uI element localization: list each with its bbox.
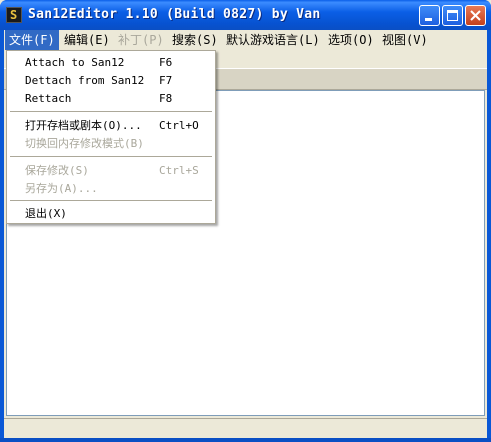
menu-item-save[interactable]: 保存修改(S) Ctrl+S <box>7 162 215 180</box>
menu-item-label: 切换回内存修改模式(B) <box>25 137 144 150</box>
menu-item-shortcut: F8 <box>159 92 173 105</box>
window-frame-bottom <box>0 438 491 442</box>
menu-bar: 文件(F) 编辑(E) 补丁(P) 搜索(S) 默认游戏语言(L) 选项(O) … <box>4 30 487 50</box>
menu-item-attach[interactable]: Attach to San12 F6 <box>7 54 215 72</box>
menu-item-shortcut: F7 <box>159 74 173 87</box>
title-bar[interactable]: S San12Editor 1.10 (Build 0827) by Van <box>0 0 491 30</box>
menu-separator <box>10 111 212 112</box>
minimize-button[interactable] <box>419 5 440 26</box>
menu-item-label: 退出(X) <box>25 207 67 220</box>
app-icon-glyph: S <box>10 8 18 22</box>
menu-item-shortcut: Ctrl+O <box>159 119 199 132</box>
menu-item-label: Dettach from San12 <box>25 74 145 87</box>
maximize-icon <box>447 10 458 21</box>
menu-view[interactable]: 视图(V) <box>378 30 432 50</box>
menu-item-label: Rettach <box>25 92 72 105</box>
menu-item-label: 另存为(A)... <box>25 182 98 195</box>
menu-default-language[interactable]: 默认游戏语言(L) <box>222 30 324 50</box>
menu-options[interactable]: 选项(O) <box>324 30 378 50</box>
close-button[interactable] <box>465 5 486 26</box>
menu-file[interactable]: 文件(F) <box>5 30 59 50</box>
file-menu-dropdown: Attach to San12 F6 Dettach from San12 F7… <box>6 50 216 224</box>
menu-search[interactable]: 搜索(S) <box>168 30 222 50</box>
menu-separator <box>10 156 212 157</box>
app-icon[interactable]: S <box>6 7 22 23</box>
menu-patch[interactable]: 补丁(P) <box>114 30 168 50</box>
menu-item-dettach[interactable]: Dettach from San12 F7 <box>7 72 215 90</box>
status-bar <box>4 418 487 437</box>
menu-item-label: Attach to San12 <box>25 56 125 69</box>
menu-item-label: 保存修改(S) <box>25 164 89 177</box>
menu-item-rettach[interactable]: Rettach F8 <box>7 90 215 108</box>
maximize-button[interactable] <box>442 5 463 26</box>
menu-item-save-as[interactable]: 另存为(A)... <box>7 180 215 198</box>
menu-item-exit[interactable]: 退出(X) <box>7 205 215 223</box>
menu-item-open-save[interactable]: 打开存档或剧本(O)... Ctrl+O <box>7 117 215 135</box>
menu-item-shortcut: Ctrl+S <box>159 164 199 177</box>
minimize-icon <box>425 18 432 21</box>
menu-item-label: 打开存档或剧本(O)... <box>25 119 142 132</box>
menu-separator <box>10 200 212 201</box>
close-icon <box>470 10 481 21</box>
menu-item-switch-memory-mode[interactable]: 切换回内存修改模式(B) <box>7 135 215 153</box>
window-title: San12Editor 1.10 (Build 0827) by Van <box>28 7 321 22</box>
menu-item-shortcut: F6 <box>159 56 173 69</box>
menu-edit[interactable]: 编辑(E) <box>60 30 114 50</box>
